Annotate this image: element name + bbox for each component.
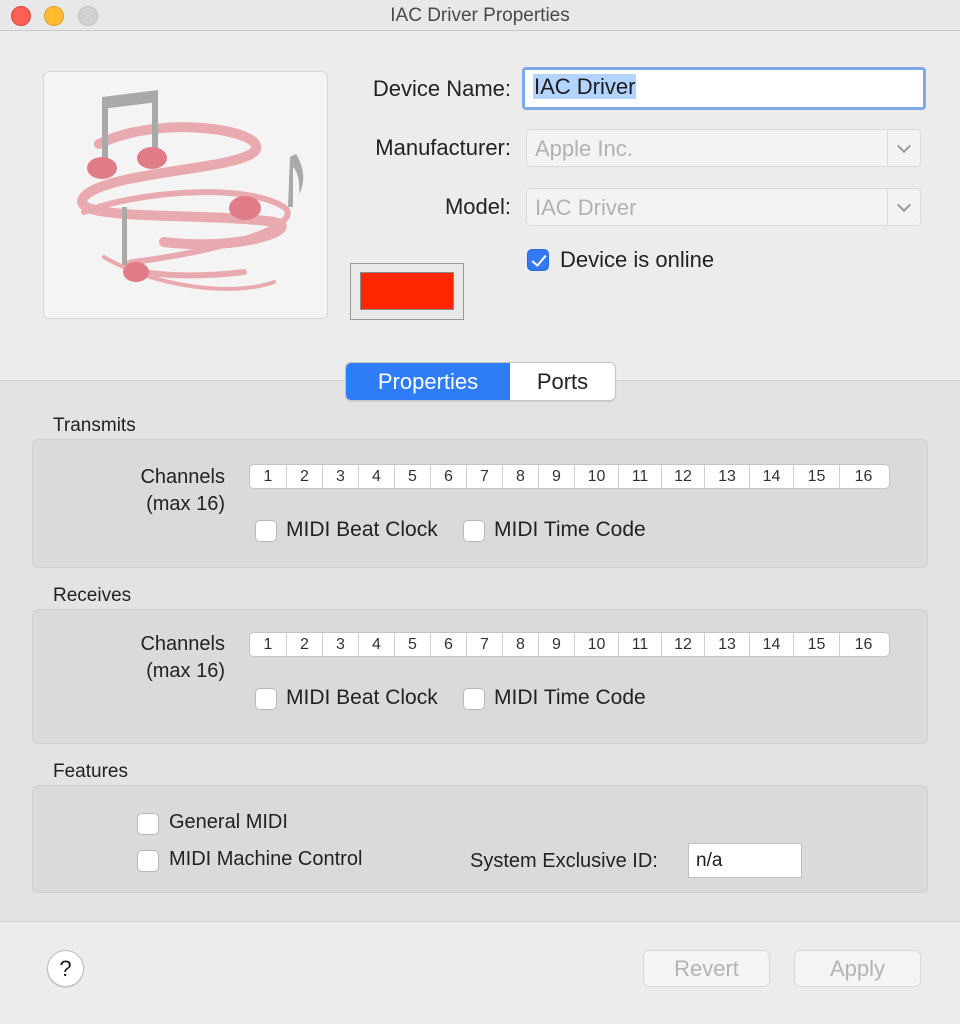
channel-9-toggle[interactable]: 9 bbox=[539, 465, 575, 488]
channel-5-toggle[interactable]: 5 bbox=[395, 465, 431, 488]
transmits-channel-selector[interactable]: 1 2 3 4 5 6 7 8 9 10 11 12 13 14 15 16 bbox=[249, 464, 890, 489]
channel-6-toggle[interactable]: 6 bbox=[431, 465, 467, 488]
channel-2-toggle[interactable]: 2 bbox=[287, 633, 323, 656]
channel-8-toggle[interactable]: 8 bbox=[503, 465, 539, 488]
channel-16-toggle[interactable]: 16 bbox=[840, 465, 887, 488]
machine-control-label: MIDI Machine Control bbox=[169, 848, 363, 870]
channel-13-toggle[interactable]: 13 bbox=[705, 633, 750, 656]
tab-properties[interactable]: Properties bbox=[346, 363, 510, 400]
channel-7-toggle[interactable]: 7 bbox=[467, 633, 503, 656]
sysex-id-field[interactable]: n/a bbox=[688, 843, 802, 878]
channels-label-text: Channels bbox=[140, 633, 225, 655]
model-value: IAC Driver bbox=[535, 195, 637, 220]
receives-title: Receives bbox=[53, 585, 132, 606]
tab-control: Properties Ports bbox=[345, 362, 616, 401]
help-button[interactable]: ? bbox=[47, 950, 84, 987]
tab-ports[interactable]: Ports bbox=[510, 363, 615, 400]
window-title: IAC Driver Properties bbox=[390, 5, 570, 26]
channel-15-toggle[interactable]: 15 bbox=[794, 465, 840, 488]
transmits-beat-clock-label: MIDI Beat Clock bbox=[286, 518, 438, 541]
channel-12-toggle[interactable]: 12 bbox=[662, 465, 705, 488]
transmits-channels-label: Channels (max 16) bbox=[100, 464, 225, 518]
manufacturer-popup[interactable]: Apple Inc. bbox=[526, 129, 921, 167]
device-name-value: IAC Driver bbox=[533, 74, 637, 99]
chevron-down-icon bbox=[887, 189, 920, 225]
device-online-checkbox[interactable] bbox=[527, 249, 549, 271]
receives-channels-label: Channels (max 16) bbox=[100, 631, 225, 685]
channel-16-toggle[interactable]: 16 bbox=[840, 633, 887, 656]
channel-10-toggle[interactable]: 10 bbox=[575, 633, 619, 656]
chevron-down-icon bbox=[887, 130, 920, 166]
manufacturer-value: Apple Inc. bbox=[535, 136, 633, 161]
channel-5-toggle[interactable]: 5 bbox=[395, 633, 431, 656]
channel-4-toggle[interactable]: 4 bbox=[359, 465, 395, 488]
receives-channel-selector[interactable]: 1 2 3 4 5 6 7 8 9 10 11 12 13 14 15 16 bbox=[249, 632, 890, 657]
channel-2-toggle[interactable]: 2 bbox=[287, 465, 323, 488]
device-name-field[interactable]: IAC Driver bbox=[522, 67, 926, 110]
channel-4-toggle[interactable]: 4 bbox=[359, 633, 395, 656]
color-swatch bbox=[360, 272, 454, 310]
channel-1-toggle[interactable]: 1 bbox=[250, 465, 287, 488]
features-title: Features bbox=[53, 761, 128, 782]
manufacturer-label: Manufacturer: bbox=[375, 135, 511, 160]
receives-time-code-checkbox[interactable] bbox=[463, 688, 485, 710]
channels-max-text: (max 16) bbox=[146, 660, 225, 682]
transmits-title: Transmits bbox=[53, 415, 136, 436]
device-online-label: Device is online bbox=[560, 247, 715, 272]
channel-10-toggle[interactable]: 10 bbox=[575, 465, 619, 488]
channel-3-toggle[interactable]: 3 bbox=[323, 465, 359, 488]
channel-11-toggle[interactable]: 11 bbox=[619, 465, 662, 488]
transmits-beat-clock-checkbox[interactable] bbox=[255, 520, 277, 542]
device-icon-well[interactable] bbox=[43, 71, 328, 319]
channel-15-toggle[interactable]: 15 bbox=[794, 633, 840, 656]
transmits-time-code-checkbox[interactable] bbox=[463, 520, 485, 542]
revert-button[interactable]: Revert bbox=[643, 950, 770, 987]
model-label: Model: bbox=[444, 194, 511, 219]
channel-14-toggle[interactable]: 14 bbox=[750, 465, 794, 488]
channel-9-toggle[interactable]: 9 bbox=[539, 633, 575, 656]
receives-beat-clock-checkbox[interactable] bbox=[255, 688, 277, 710]
model-popup[interactable]: IAC Driver bbox=[526, 188, 921, 226]
channel-14-toggle[interactable]: 14 bbox=[750, 633, 794, 656]
channel-13-toggle[interactable]: 13 bbox=[705, 465, 750, 488]
transmits-time-code-label: MIDI Time Code bbox=[494, 518, 646, 541]
apply-button[interactable]: Apply bbox=[794, 950, 921, 987]
channel-6-toggle[interactable]: 6 bbox=[431, 633, 467, 656]
channels-label-text: Channels bbox=[140, 466, 225, 488]
sysex-id-label: System Exclusive ID: bbox=[470, 850, 658, 872]
receives-time-code-label: MIDI Time Code bbox=[494, 686, 646, 709]
machine-control-checkbox[interactable] bbox=[137, 850, 159, 872]
device-name-label: Device Name: bbox=[372, 76, 511, 101]
channel-3-toggle[interactable]: 3 bbox=[323, 633, 359, 656]
title-bar: IAC Driver Properties bbox=[0, 0, 960, 31]
general-midi-checkbox[interactable] bbox=[137, 813, 159, 835]
midi-notes-icon bbox=[77, 90, 304, 291]
general-midi-label: General MIDI bbox=[169, 811, 288, 833]
channel-12-toggle[interactable]: 12 bbox=[662, 633, 705, 656]
device-color-well[interactable] bbox=[350, 263, 464, 320]
channel-8-toggle[interactable]: 8 bbox=[503, 633, 539, 656]
channel-11-toggle[interactable]: 11 bbox=[619, 633, 662, 656]
channel-7-toggle[interactable]: 7 bbox=[467, 465, 503, 488]
channel-1-toggle[interactable]: 1 bbox=[250, 633, 287, 656]
receives-beat-clock-label: MIDI Beat Clock bbox=[286, 686, 438, 709]
channels-max-text: (max 16) bbox=[146, 493, 225, 515]
